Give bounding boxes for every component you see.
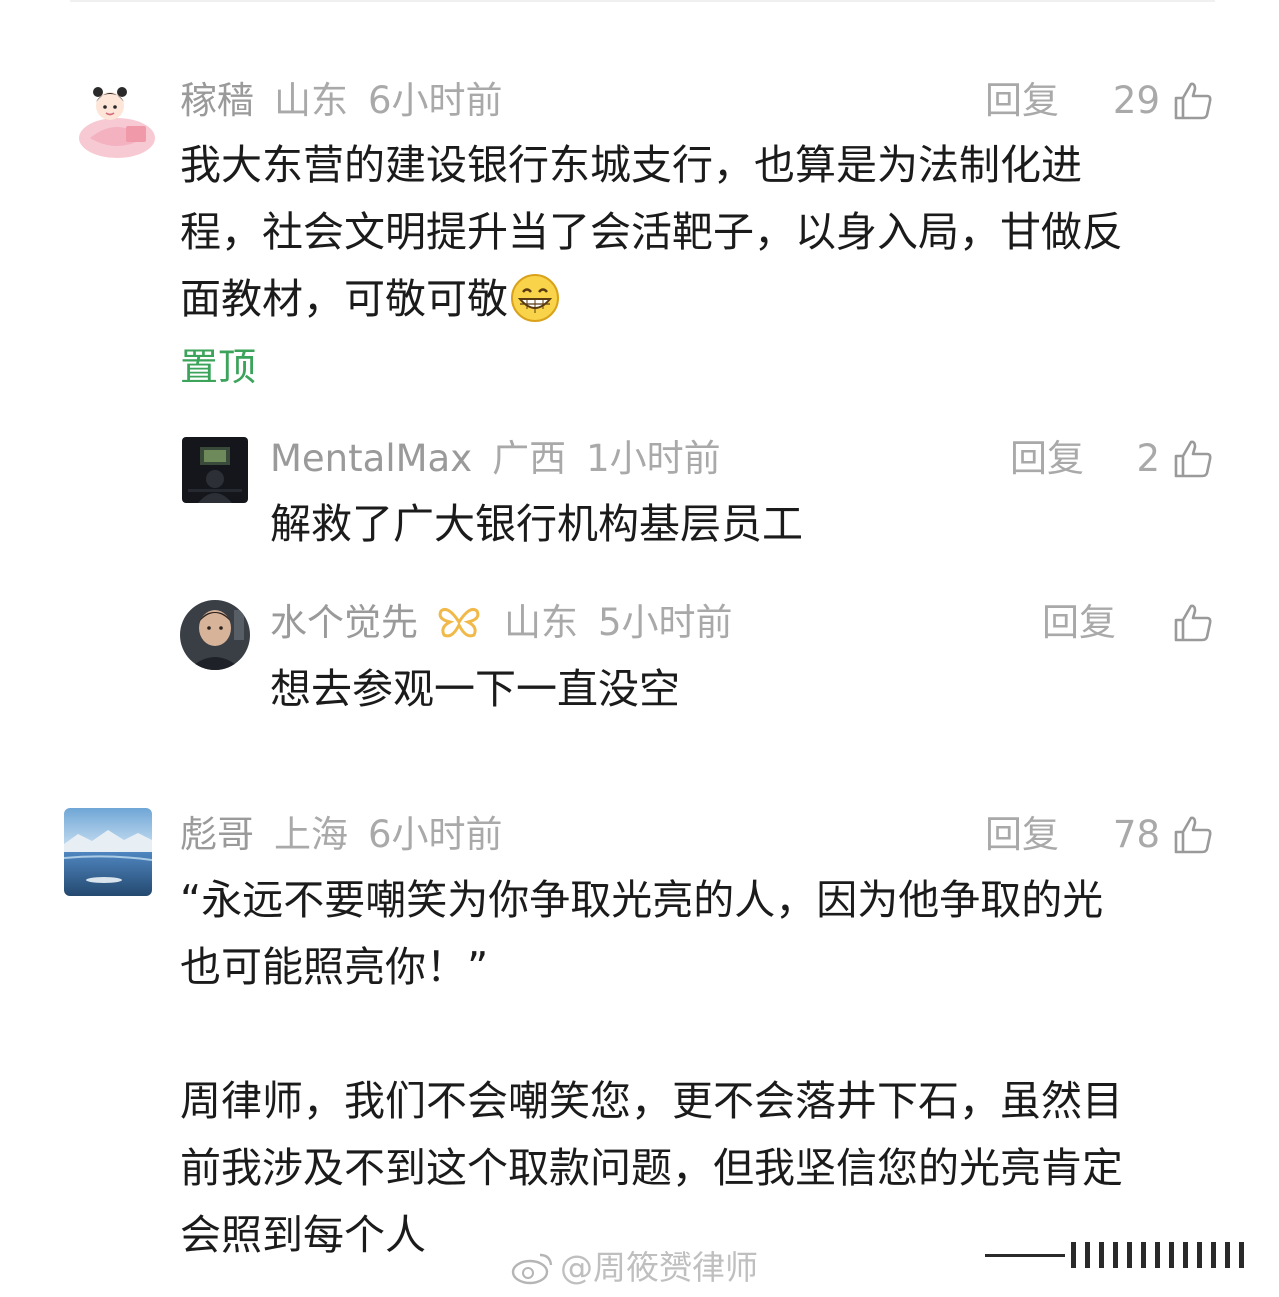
like-count: 2 bbox=[1136, 437, 1160, 480]
comment-line: 我大东营的建设银行东城支行，也算是为法制化进 bbox=[180, 141, 1082, 189]
thumbs-up-icon[interactable] bbox=[1172, 814, 1214, 856]
weibo-logo-icon bbox=[510, 1251, 554, 1285]
username[interactable]: MentalMax bbox=[270, 437, 472, 480]
top-divider bbox=[70, 0, 1215, 2]
location: 广西 bbox=[492, 437, 567, 480]
reply-button[interactable]: 回复 bbox=[985, 810, 1059, 860]
comment-line bbox=[180, 1001, 1123, 1068]
reply-line: 解救了广大银行机构基层员工 bbox=[270, 500, 803, 548]
like-count: 78 bbox=[1112, 813, 1160, 856]
reply-avatar[interactable] bbox=[180, 600, 250, 670]
comment-line: 也可能照亮你！” bbox=[180, 943, 489, 991]
thumbs-up-icon[interactable] bbox=[1172, 80, 1214, 122]
reply-button[interactable]: 回复 bbox=[1010, 434, 1084, 484]
comment-line: 前我涉及不到这个取款问题，但我坚信您的光亮肯定 bbox=[180, 1144, 1123, 1192]
thumbs-up-icon[interactable] bbox=[1172, 438, 1214, 480]
location: 上海 bbox=[274, 813, 348, 856]
timestamp: 1小时前 bbox=[586, 437, 721, 480]
reply-button[interactable]: 回复 bbox=[985, 76, 1059, 126]
reply-text: 想去参观一下一直没空 bbox=[270, 656, 680, 723]
like-count: 29 bbox=[1112, 79, 1160, 122]
reply-meta: MentalMax 广西 1小时前 bbox=[270, 434, 721, 484]
reply-line: 想去参观一下一直没空 bbox=[270, 665, 680, 713]
avatar[interactable] bbox=[70, 76, 164, 170]
username[interactable]: 稼穑 bbox=[180, 79, 254, 122]
pinned-label: 置顶 bbox=[180, 345, 257, 389]
comment-text: 我大东营的建设银行东城支行，也算是为法制化进 程，社会文明提升当了会活靶子，以身… bbox=[180, 132, 1123, 333]
timestamp: 5小时前 bbox=[598, 601, 733, 644]
avatar[interactable] bbox=[64, 808, 152, 896]
comment-text: “永远不要嘲笑为你争取光亮的人，因为他争取的光 也可能照亮你！” 周律师，我们不… bbox=[180, 867, 1123, 1269]
comment-line: “永远不要嘲笑为你争取光亮的人，因为他争取的光 bbox=[180, 876, 1104, 924]
reply-avatar[interactable] bbox=[182, 437, 248, 503]
grinning-face-emoji-icon bbox=[510, 273, 560, 323]
reply-meta: 水个觉先 山东 5小时前 bbox=[270, 598, 733, 648]
reply-button[interactable]: 回复 bbox=[1042, 598, 1116, 648]
butterfly-vip-icon bbox=[438, 602, 480, 638]
image-strip-indicator bbox=[985, 1240, 1251, 1270]
comment-meta: 稼穑 山东 6小时前 bbox=[180, 76, 503, 126]
comment-line: 周律师，我们不会嘲笑您，更不会落井下石，虽然目 bbox=[180, 1077, 1123, 1125]
timestamp: 6小时前 bbox=[368, 79, 503, 122]
thumbs-up-icon[interactable] bbox=[1172, 602, 1214, 644]
location: 山东 bbox=[504, 601, 578, 644]
comment-line: 面教材，可敬可敬 bbox=[180, 275, 508, 323]
username[interactable]: 水个觉先 bbox=[270, 601, 418, 644]
location: 山东 bbox=[274, 79, 348, 122]
reply-text: 解救了广大银行机构基层员工 bbox=[270, 491, 803, 558]
comment-line: 程，社会文明提升当了会活靶子，以身入局，甘做反 bbox=[180, 208, 1123, 256]
username[interactable]: 彪哥 bbox=[180, 813, 254, 856]
timestamp: 6小时前 bbox=[368, 813, 503, 856]
watermark: @周筱赟律师 bbox=[510, 1246, 758, 1290]
comment-meta: 彪哥 上海 6小时前 bbox=[180, 810, 503, 860]
watermark-text: @周筱赟律师 bbox=[560, 1248, 758, 1287]
